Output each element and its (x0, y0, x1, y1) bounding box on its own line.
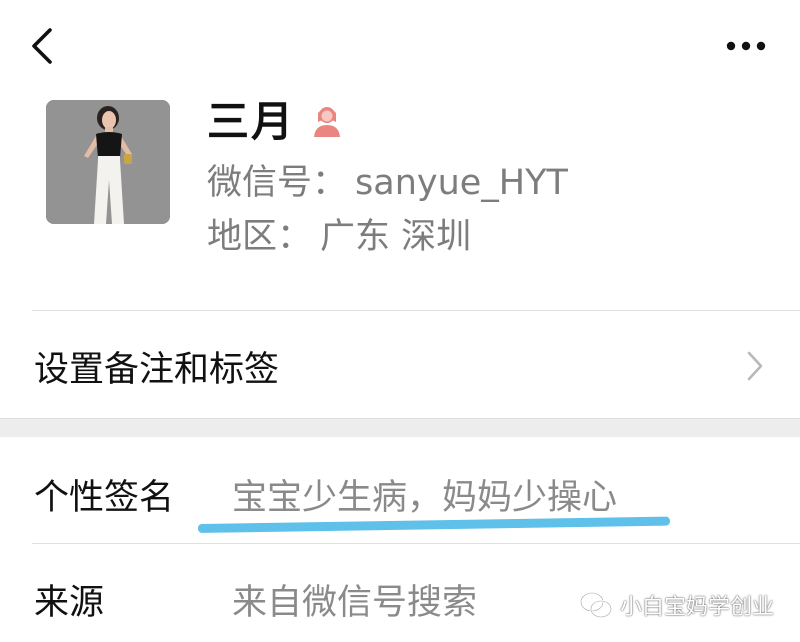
more-options-button[interactable] (716, 28, 776, 64)
avatar[interactable] (46, 100, 170, 224)
source-value: 来自微信号搜索 (232, 583, 478, 623)
set-remark-and-tags-row[interactable]: 设置备注和标签 (0, 311, 800, 418)
chevron-left-icon (32, 28, 52, 64)
watermark: 小白宝妈学创业 (578, 588, 774, 622)
back-button[interactable] (22, 22, 66, 70)
region-label: 地区： (207, 217, 313, 257)
wechat-id-line: 微信号： sanyue_HYT (207, 154, 568, 205)
name-row: 三月 (207, 90, 345, 146)
profile-name: 三月 (207, 96, 296, 146)
region-line: 地区： 广东 深圳 (207, 208, 471, 259)
more-horizontal-icon (726, 41, 766, 51)
watermark-text: 小白宝妈学创业 (620, 595, 775, 620)
section-gap (0, 418, 800, 437)
female-icon (314, 107, 341, 137)
signature-value: 宝宝少生病，妈妈少操心 (232, 478, 618, 518)
chevron-right-icon (747, 351, 763, 381)
set-remark-and-tags-label: 设置备注和标签 (34, 350, 280, 390)
signature-row: 个性签名 宝宝少生病，妈妈少操心 (0, 437, 800, 543)
wechat-id-label: 微信号： (207, 163, 348, 203)
wechat-official-account-icon (579, 591, 613, 619)
profile-header: 三月 微信号： sanyue_HYT 地区： 广东 深圳 (0, 90, 800, 310)
avatar-photo (46, 100, 170, 224)
top-navigation-bar (0, 0, 800, 90)
wechat-id-value: sanyue_HYT (355, 163, 568, 203)
region-value: 广东 深圳 (320, 217, 472, 257)
signature-label: 个性签名 (34, 478, 175, 518)
source-label: 来源 (34, 583, 105, 623)
